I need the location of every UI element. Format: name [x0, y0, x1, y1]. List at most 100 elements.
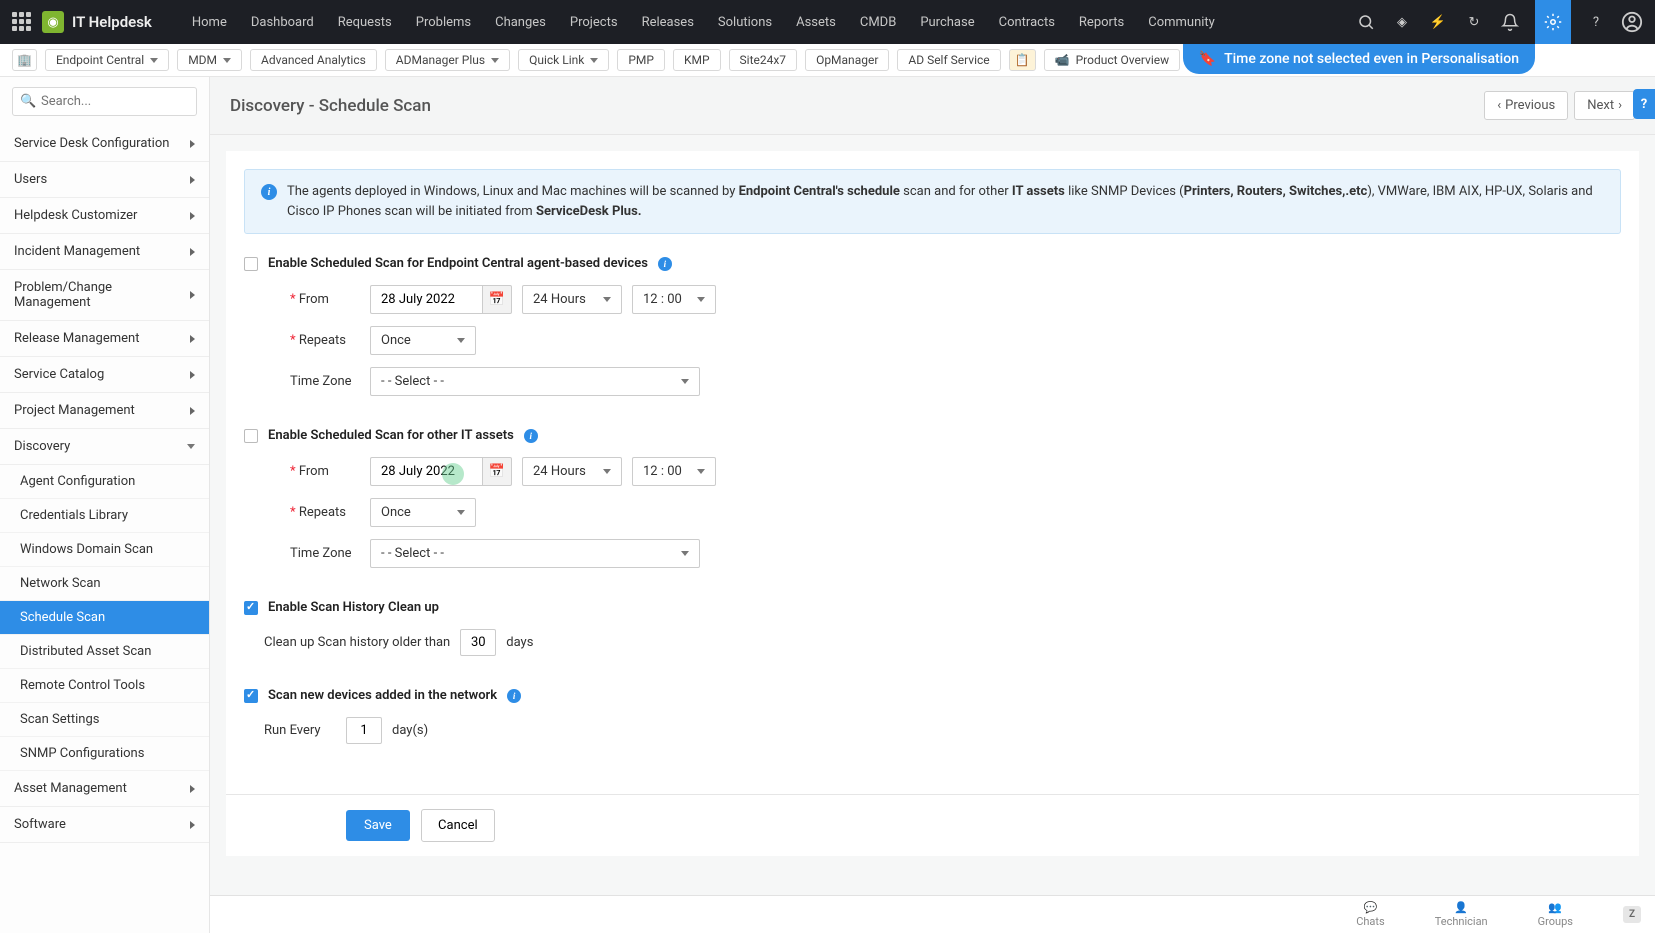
- cleanup-title: Enable Scan History Clean up: [268, 600, 439, 615]
- org-icon[interactable]: 🏢: [12, 49, 37, 71]
- checkbox-enable-sec2[interactable]: [244, 429, 258, 443]
- pill-endpoint[interactable]: Endpoint Central: [45, 49, 169, 71]
- pill-quicklink[interactable]: Quick Link: [518, 49, 609, 71]
- sec1-time-select[interactable]: 12 : 00: [632, 285, 716, 314]
- pill-product-overview[interactable]: 📹 Product Overview: [1044, 49, 1181, 71]
- sec1-format-select[interactable]: 24 Hours: [522, 285, 622, 314]
- nav-cmdb[interactable]: CMDB: [848, 15, 908, 30]
- bb-technician[interactable]: 👤Technician: [1435, 901, 1488, 928]
- bb-groups[interactable]: 👥Groups: [1538, 901, 1573, 928]
- sec1-timezone-select[interactable]: - - Select - -: [370, 367, 700, 396]
- sidebar-item-users[interactable]: Users: [0, 162, 209, 198]
- nav-assets[interactable]: Assets: [784, 15, 848, 30]
- checkbox-enable-sec1[interactable]: [244, 257, 258, 271]
- calendar-icon[interactable]: 📅: [482, 285, 512, 314]
- sidebar-sub-agent-config[interactable]: Agent Configuration: [0, 465, 209, 499]
- timezone-banner[interactable]: 🔖 Time zone not selected even in Persona…: [1183, 44, 1535, 74]
- info-banner: i The agents deployed in Windows, Linux …: [244, 169, 1621, 234]
- nav-releases[interactable]: Releases: [630, 15, 706, 30]
- pill-kmp[interactable]: KMP: [673, 49, 721, 71]
- sidebar-sub-credentials[interactable]: Credentials Library: [0, 499, 209, 533]
- sidebar-sub-windows-domain[interactable]: Windows Domain Scan: [0, 533, 209, 567]
- zoho-badge: Z: [1623, 906, 1641, 923]
- sidebar-item-service-catalog[interactable]: Service Catalog: [0, 357, 209, 393]
- history-icon[interactable]: ↻: [1463, 11, 1485, 33]
- runevery-input[interactable]: [346, 717, 382, 744]
- nav-dashboard[interactable]: Dashboard: [239, 15, 326, 30]
- sidebar-item-release[interactable]: Release Management: [0, 321, 209, 357]
- pill-opmanager[interactable]: OpManager: [805, 49, 889, 71]
- sec2-time-select[interactable]: 12 : 00: [632, 457, 716, 486]
- nav-requests[interactable]: Requests: [326, 15, 404, 30]
- cleanup-unit: days: [506, 635, 533, 650]
- nav-problems[interactable]: Problems: [404, 15, 483, 30]
- sidebar-sub-snmp[interactable]: SNMP Configurations: [0, 737, 209, 771]
- sidebar-item-service-desk[interactable]: Service Desk Configuration: [0, 126, 209, 162]
- repeats-label: Repeats: [299, 505, 346, 520]
- sidebar-item-problem-change[interactable]: Problem/Change Management: [0, 270, 209, 321]
- sec2-timezone-select[interactable]: - - Select - -: [370, 539, 700, 568]
- nav-purchase[interactable]: Purchase: [908, 15, 986, 30]
- nav-solutions[interactable]: Solutions: [706, 15, 784, 30]
- sidebar-item-helpdesk-customizer[interactable]: Helpdesk Customizer: [0, 198, 209, 234]
- nav-changes[interactable]: Changes: [483, 15, 558, 30]
- newdev-title: Scan new devices added in the network: [268, 688, 497, 703]
- sidebar-sub-remote-control[interactable]: Remote Control Tools: [0, 669, 209, 703]
- sidebar-item-incident[interactable]: Incident Management: [0, 234, 209, 270]
- pill-mdm[interactable]: MDM: [177, 49, 242, 71]
- info-icon[interactable]: i: [658, 257, 672, 271]
- brand-text: IT Helpdesk: [72, 13, 152, 31]
- bb-chats[interactable]: 💬Chats: [1356, 901, 1384, 928]
- pill-site24x7[interactable]: Site24x7: [729, 49, 798, 71]
- tz-label: Time Zone: [290, 546, 360, 561]
- brand-logo: ◉: [42, 11, 64, 33]
- bell-icon[interactable]: [1499, 11, 1521, 33]
- pill-admanager[interactable]: ADManager Plus: [385, 49, 510, 71]
- cleanup-days-input[interactable]: [460, 629, 496, 656]
- search-input[interactable]: [12, 87, 197, 116]
- info-icon[interactable]: i: [524, 429, 538, 443]
- calendar-icon[interactable]: 📅: [482, 457, 512, 486]
- pill-adselfservice[interactable]: AD Self Service: [897, 49, 1000, 71]
- sec1-repeats-select[interactable]: Once: [370, 326, 476, 355]
- help-icon[interactable]: ?: [1585, 11, 1607, 33]
- pin-icon[interactable]: ◈: [1391, 11, 1413, 33]
- help-side-tab[interactable]: ?: [1633, 89, 1655, 119]
- sidebar-sub-distributed[interactable]: Distributed Asset Scan: [0, 635, 209, 669]
- tz-label: Time Zone: [290, 374, 360, 389]
- save-button[interactable]: Save: [346, 810, 410, 841]
- search-icon[interactable]: [1355, 11, 1377, 33]
- info-icon[interactable]: i: [507, 689, 521, 703]
- cleanup-label: Clean up Scan history older than: [264, 635, 450, 650]
- runevery-label: Run Every: [264, 723, 336, 738]
- bolt-icon[interactable]: ⚡: [1427, 11, 1449, 33]
- sec2-date-input[interactable]: [370, 457, 482, 486]
- previous-button[interactable]: ‹ Previous: [1484, 91, 1568, 120]
- sidebar-item-asset-mgmt[interactable]: Asset Management: [0, 771, 209, 807]
- sidebar-sub-schedule-scan[interactable]: Schedule Scan: [0, 601, 209, 635]
- nav-projects[interactable]: Projects: [558, 15, 630, 30]
- sec2-format-select[interactable]: 24 Hours: [522, 457, 622, 486]
- nav-contracts[interactable]: Contracts: [987, 15, 1067, 30]
- notes-icon[interactable]: 📋: [1009, 49, 1036, 71]
- nav-home[interactable]: Home: [180, 15, 239, 30]
- sidebar-sub-scan-settings[interactable]: Scan Settings: [0, 703, 209, 737]
- search-icon: 🔍: [20, 94, 36, 109]
- sidebar-item-project[interactable]: Project Management: [0, 393, 209, 429]
- sec2-repeats-select[interactable]: Once: [370, 498, 476, 527]
- sidebar-item-discovery[interactable]: Discovery: [0, 429, 209, 465]
- pill-pmp[interactable]: PMP: [617, 49, 665, 71]
- sec1-date-input[interactable]: [370, 285, 482, 314]
- checkbox-enable-cleanup[interactable]: [244, 601, 258, 615]
- nav-reports[interactable]: Reports: [1067, 15, 1136, 30]
- nav-community[interactable]: Community: [1136, 15, 1227, 30]
- sidebar-item-software[interactable]: Software: [0, 807, 209, 843]
- cancel-button[interactable]: Cancel: [421, 809, 495, 842]
- profile-icon[interactable]: [1621, 11, 1643, 33]
- checkbox-scan-new-devices[interactable]: [244, 689, 258, 703]
- gear-icon[interactable]: [1535, 0, 1571, 44]
- next-button[interactable]: Next ›: [1574, 91, 1635, 120]
- sidebar-sub-network-scan[interactable]: Network Scan: [0, 567, 209, 601]
- pill-analytics[interactable]: Advanced Analytics: [250, 49, 377, 71]
- apps-grid-icon[interactable]: [12, 12, 32, 32]
